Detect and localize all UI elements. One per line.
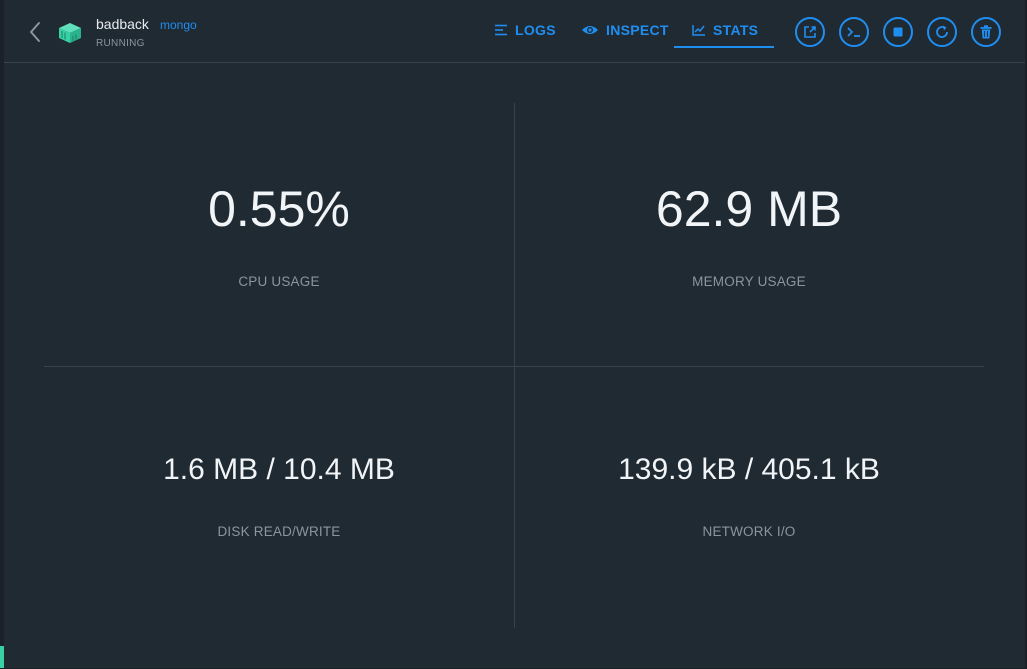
cpu-usage-label: CPU USAGE — [238, 274, 320, 289]
container-stats-window: badback mongo RUNNING LOGS INSPECT STATS… — [0, 0, 1027, 669]
eye-icon — [582, 26, 598, 34]
restart-icon — [936, 25, 948, 38]
network-io-value: 139.9 kB / 405.1 kB — [618, 453, 880, 486]
trash-icon — [980, 25, 992, 39]
container-status: RUNNING — [96, 38, 145, 49]
stop-button[interactable] — [883, 17, 913, 47]
stop-icon — [893, 27, 903, 37]
cpu-usage-value: 0.55% — [208, 181, 350, 237]
tab-inspect[interactable]: INSPECT — [581, 20, 669, 40]
network-io-label: NETWORK I/O — [702, 524, 796, 539]
horizontal-divider — [44, 366, 984, 367]
memory-usage-value: 62.9 MB — [655, 181, 843, 237]
chevron-left-icon — [30, 22, 40, 42]
disk-read-write-label: DISK READ/WRITE — [217, 524, 341, 539]
container-name: badback — [96, 16, 149, 32]
open-in-browser-button[interactable] — [795, 17, 825, 47]
image-link[interactable]: mongo — [160, 18, 197, 32]
disk-read-write-value: 1.6 MB / 10.4 MB — [163, 453, 395, 486]
tab-logs[interactable]: LOGS — [494, 20, 556, 40]
container-icon — [58, 22, 82, 49]
back-button[interactable] — [26, 20, 44, 44]
exec-shell-button[interactable] — [839, 17, 869, 47]
window-edge-accent — [0, 646, 4, 668]
memory-usage-label: MEMORY USAGE — [692, 274, 806, 289]
active-tab-indicator — [674, 46, 774, 48]
terminal-icon — [847, 27, 860, 37]
tab-logs-label: LOGS — [515, 22, 556, 38]
delete-button[interactable] — [971, 17, 1001, 47]
chart-icon — [692, 25, 705, 36]
open-external-icon — [804, 26, 816, 38]
tab-stats-label: STATS — [713, 22, 759, 38]
container-header: badback mongo RUNNING LOGS INSPECT STATS — [4, 0, 1025, 63]
restart-button[interactable] — [927, 17, 957, 47]
lines-icon — [495, 24, 507, 36]
tab-stats[interactable]: STATS — [692, 20, 758, 40]
tab-inspect-label: INSPECT — [606, 22, 669, 38]
